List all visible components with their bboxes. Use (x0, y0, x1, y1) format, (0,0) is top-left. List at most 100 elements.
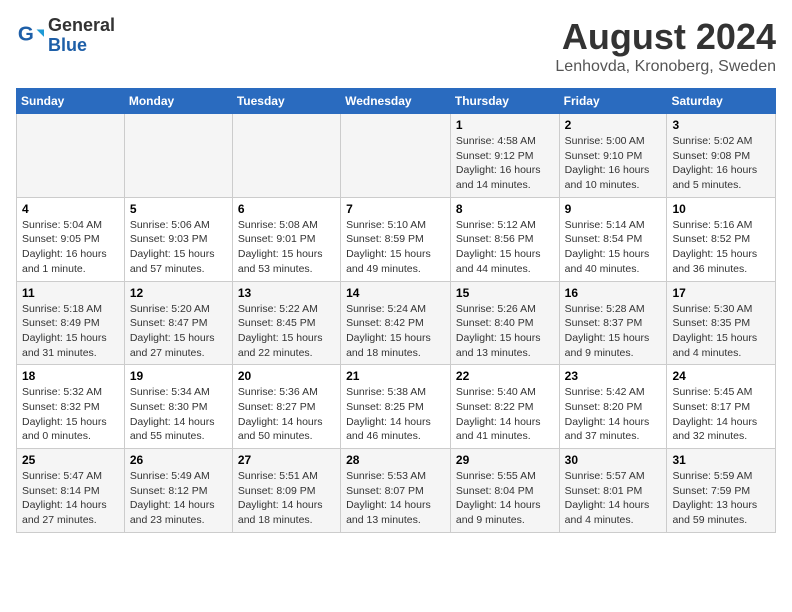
calendar-cell: 11Sunrise: 5:18 AM Sunset: 8:49 PM Dayli… (17, 281, 125, 365)
day-number: 28 (346, 453, 445, 467)
day-info: Sunrise: 5:20 AM Sunset: 8:47 PM Dayligh… (130, 302, 227, 361)
weekday-header-sunday: Sunday (17, 89, 125, 114)
day-number: 20 (238, 369, 335, 383)
day-info: Sunrise: 5:14 AM Sunset: 8:54 PM Dayligh… (565, 218, 662, 277)
page-header: G General Blue August 2024 Lenhovda, Kro… (16, 16, 776, 76)
weekday-header-thursday: Thursday (450, 89, 559, 114)
calendar-cell: 18 Sunrise: 5:32 AM Sunset: 8:32 PM Dayli… (17, 365, 125, 449)
day-number: 8 (456, 202, 554, 216)
day-info: Sunrise: 5:26 AM Sunset: 8:40 PM Dayligh… (456, 302, 554, 361)
calendar-title: August 2024 (555, 16, 776, 58)
day-info: Sunrise: 5:36 AM Sunset: 8:27 PM Dayligh… (238, 385, 335, 444)
calendar-subtitle: Lenhovda, Kronoberg, Sweden (555, 58, 776, 76)
calendar-week-4: 18 Sunrise: 5:32 AM Sunset: 8:32 PM Dayli… (17, 365, 776, 449)
day-number: 16 (565, 286, 662, 300)
day-number: 4 (22, 202, 119, 216)
calendar-cell: 20 Sunrise: 5:36 AM Sunset: 8:27 PM Dayli… (232, 365, 340, 449)
day-info: Sunrise: 5:45 AM Sunset: 8:17 PM Dayligh… (672, 385, 770, 444)
calendar-cell: 31 Sunrise: 5:59 AM Sunset: 7:59 PM Dayli… (667, 449, 776, 533)
calendar-cell: 3Sunrise: 5:02 AM Sunset: 9:08 PM Daylig… (667, 114, 776, 198)
calendar-cell: 24 Sunrise: 5:45 AM Sunset: 8:17 PM Dayli… (667, 365, 776, 449)
calendar-cell: 4 Sunrise: 5:04 AM Sunset: 9:05 PM Daylig… (17, 197, 125, 281)
calendar-cell: 6 Sunrise: 5:08 AM Sunset: 9:01 PM Daylig… (232, 197, 340, 281)
calendar-table: SundayMondayTuesdayWednesdayThursdayFrid… (16, 88, 776, 533)
calendar-body: 1Sunrise: 4:58 AM Sunset: 9:12 PM Daylig… (17, 114, 776, 533)
day-info: Sunrise: 5:55 AM Sunset: 8:04 PM Dayligh… (456, 469, 554, 528)
day-info: Sunrise: 4:58 AM Sunset: 9:12 PM Dayligh… (456, 134, 554, 193)
logo: G General Blue (16, 16, 115, 56)
day-info: Sunrise: 5:16 AM Sunset: 8:52 PM Dayligh… (672, 218, 770, 277)
calendar-header: SundayMondayTuesdayWednesdayThursdayFrid… (17, 89, 776, 114)
calendar-cell: 2Sunrise: 5:00 AM Sunset: 9:10 PM Daylig… (559, 114, 667, 198)
calendar-cell: 21 Sunrise: 5:38 AM Sunset: 8:25 PM Dayli… (341, 365, 451, 449)
day-number: 23 (565, 369, 662, 383)
day-number: 5 (130, 202, 227, 216)
day-number: 18 (22, 369, 119, 383)
day-info: Sunrise: 5:53 AM Sunset: 8:07 PM Dayligh… (346, 469, 445, 528)
calendar-week-2: 4 Sunrise: 5:04 AM Sunset: 9:05 PM Daylig… (17, 197, 776, 281)
calendar-cell: 14Sunrise: 5:24 AM Sunset: 8:42 PM Dayli… (341, 281, 451, 365)
calendar-cell: 19 Sunrise: 5:34 AM Sunset: 8:30 PM Dayli… (124, 365, 232, 449)
calendar-cell: 12 Sunrise: 5:20 AM Sunset: 8:47 PM Dayli… (124, 281, 232, 365)
day-number: 15 (456, 286, 554, 300)
day-number: 24 (672, 369, 770, 383)
day-info: Sunrise: 5:40 AM Sunset: 8:22 PM Dayligh… (456, 385, 554, 444)
day-number: 25 (22, 453, 119, 467)
day-info: Sunrise: 5:22 AM Sunset: 8:45 PM Dayligh… (238, 302, 335, 361)
day-info: Sunrise: 5:51 AM Sunset: 8:09 PM Dayligh… (238, 469, 335, 528)
day-info: Sunrise: 5:38 AM Sunset: 8:25 PM Dayligh… (346, 385, 445, 444)
calendar-cell (124, 114, 232, 198)
calendar-cell: 25 Sunrise: 5:47 AM Sunset: 8:14 PM Dayli… (17, 449, 125, 533)
calendar-week-3: 11Sunrise: 5:18 AM Sunset: 8:49 PM Dayli… (17, 281, 776, 365)
calendar-cell: 17 Sunrise: 5:30 AM Sunset: 8:35 PM Dayli… (667, 281, 776, 365)
day-info: Sunrise: 5:00 AM Sunset: 9:10 PM Dayligh… (565, 134, 662, 193)
day-info: Sunrise: 5:04 AM Sunset: 9:05 PM Dayligh… (22, 218, 119, 277)
day-info: Sunrise: 5:08 AM Sunset: 9:01 PM Dayligh… (238, 218, 335, 277)
calendar-cell: 29 Sunrise: 5:55 AM Sunset: 8:04 PM Dayli… (450, 449, 559, 533)
calendar-cell: 15 Sunrise: 5:26 AM Sunset: 8:40 PM Dayli… (450, 281, 559, 365)
calendar-cell: 1Sunrise: 4:58 AM Sunset: 9:12 PM Daylig… (450, 114, 559, 198)
calendar-cell: 28 Sunrise: 5:53 AM Sunset: 8:07 PM Dayli… (341, 449, 451, 533)
day-info: Sunrise: 5:30 AM Sunset: 8:35 PM Dayligh… (672, 302, 770, 361)
day-info: Sunrise: 5:12 AM Sunset: 8:56 PM Dayligh… (456, 218, 554, 277)
day-number: 31 (672, 453, 770, 467)
day-number: 19 (130, 369, 227, 383)
day-number: 10 (672, 202, 770, 216)
day-number: 6 (238, 202, 335, 216)
day-number: 3 (672, 118, 770, 132)
calendar-cell (232, 114, 340, 198)
title-block: August 2024 Lenhovda, Kronoberg, Sweden (555, 16, 776, 76)
day-number: 12 (130, 286, 227, 300)
day-number: 30 (565, 453, 662, 467)
day-number: 17 (672, 286, 770, 300)
day-info: Sunrise: 5:34 AM Sunset: 8:30 PM Dayligh… (130, 385, 227, 444)
day-info: Sunrise: 5:32 AM Sunset: 8:32 PM Dayligh… (22, 385, 119, 444)
calendar-week-5: 25 Sunrise: 5:47 AM Sunset: 8:14 PM Dayli… (17, 449, 776, 533)
calendar-cell: 30Sunrise: 5:57 AM Sunset: 8:01 PM Dayli… (559, 449, 667, 533)
day-number: 29 (456, 453, 554, 467)
logo-general-text: General (48, 16, 115, 36)
calendar-cell: 8 Sunrise: 5:12 AM Sunset: 8:56 PM Daylig… (450, 197, 559, 281)
calendar-cell: 22 Sunrise: 5:40 AM Sunset: 8:22 PM Dayli… (450, 365, 559, 449)
day-info: Sunrise: 5:49 AM Sunset: 8:12 PM Dayligh… (130, 469, 227, 528)
svg-text:G: G (18, 22, 34, 45)
calendar-cell: 9Sunrise: 5:14 AM Sunset: 8:54 PM Daylig… (559, 197, 667, 281)
calendar-cell: 16Sunrise: 5:28 AM Sunset: 8:37 PM Dayli… (559, 281, 667, 365)
day-info: Sunrise: 5:47 AM Sunset: 8:14 PM Dayligh… (22, 469, 119, 528)
weekday-header-wednesday: Wednesday (341, 89, 451, 114)
calendar-cell: 27Sunrise: 5:51 AM Sunset: 8:09 PM Dayli… (232, 449, 340, 533)
day-number: 22 (456, 369, 554, 383)
logo-icon: G (16, 22, 44, 50)
day-info: Sunrise: 5:24 AM Sunset: 8:42 PM Dayligh… (346, 302, 445, 361)
logo-text: General Blue (48, 16, 115, 56)
day-info: Sunrise: 5:18 AM Sunset: 8:49 PM Dayligh… (22, 302, 119, 361)
calendar-cell: 26 Sunrise: 5:49 AM Sunset: 8:12 PM Dayli… (124, 449, 232, 533)
day-number: 21 (346, 369, 445, 383)
day-number: 7 (346, 202, 445, 216)
calendar-cell: 10 Sunrise: 5:16 AM Sunset: 8:52 PM Dayli… (667, 197, 776, 281)
day-info: Sunrise: 5:10 AM Sunset: 8:59 PM Dayligh… (346, 218, 445, 277)
day-info: Sunrise: 5:59 AM Sunset: 7:59 PM Dayligh… (672, 469, 770, 528)
day-number: 26 (130, 453, 227, 467)
day-number: 13 (238, 286, 335, 300)
weekday-row: SundayMondayTuesdayWednesdayThursdayFrid… (17, 89, 776, 114)
